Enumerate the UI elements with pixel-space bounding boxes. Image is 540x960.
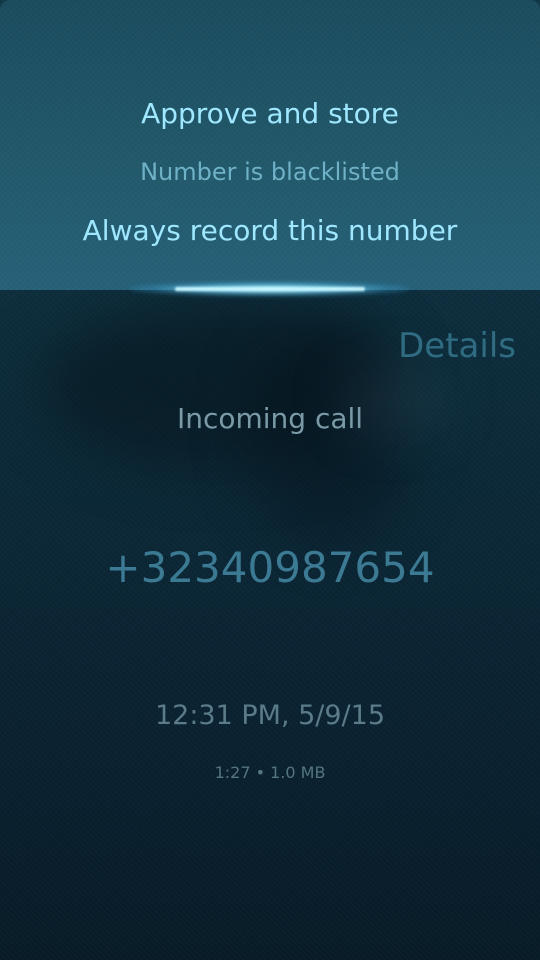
call-type-label: Incoming call: [176, 402, 364, 435]
menu-item-always-record[interactable]: Always record this number: [0, 214, 540, 247]
call-datetime: 12:31 PM, 5/9/15: [154, 700, 386, 731]
phone-number[interactable]: +32340987654: [0, 543, 540, 592]
pulley-menu-indicator-core: [175, 287, 365, 291]
menu-item-approve-and-store[interactable]: Approve and store: [0, 97, 540, 130]
background-blur: [40, 300, 400, 470]
pulley-menu: Approve and store Number is blacklisted …: [0, 0, 540, 290]
call-duration-size: 1:27 • 1.0 MB: [214, 763, 326, 782]
menu-item-number-blacklisted[interactable]: Number is blacklisted: [0, 158, 540, 186]
page-header: Details: [398, 326, 516, 366]
